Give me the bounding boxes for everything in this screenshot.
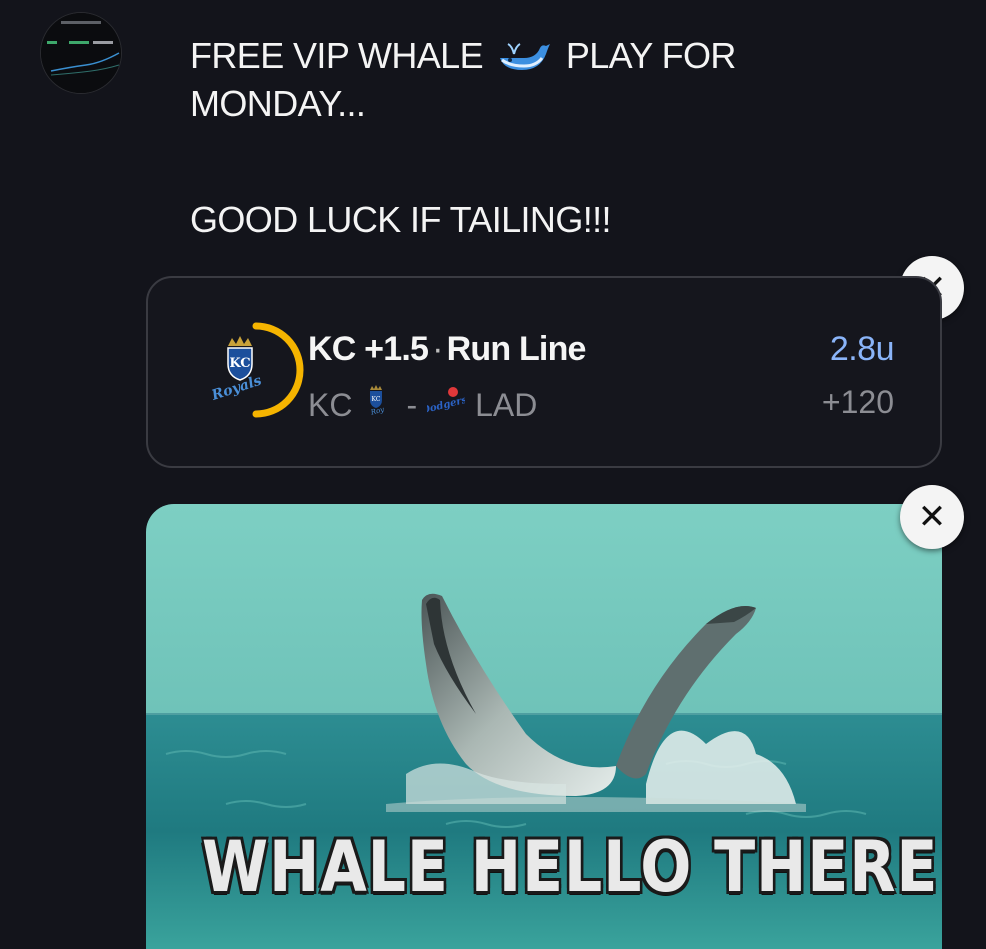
bet-odds: +120 <box>821 384 894 420</box>
bet-separator: · <box>432 330 443 368</box>
whale-icon <box>496 36 552 84</box>
svg-text:KC: KC <box>372 396 381 403</box>
dodgers-logo-icon: Dodgers <box>420 384 469 426</box>
gif-caption: WHALE HELLO THERE <box>201 826 939 908</box>
avatar-chart-icon <box>41 13 121 93</box>
svg-text:KC: KC <box>229 356 250 371</box>
svg-text:Roy: Roy <box>369 405 386 417</box>
close-icon: ✕ <box>917 498 947 536</box>
bet-team: KC <box>308 330 356 368</box>
svg-text:Dodgers: Dodgers <box>427 395 465 417</box>
remove-gif-button[interactable]: ✕ <box>900 485 964 549</box>
post-line-2: MONDAY... <box>190 83 366 124</box>
bet-title: KC +1.5 · Run Line <box>308 330 586 369</box>
royals-logo: KC Royals <box>206 320 306 420</box>
matchup-dash: - <box>406 386 418 423</box>
bet-line: +1.5 <box>364 330 429 368</box>
royals-mini-logo-icon: KC Roy <box>362 384 396 426</box>
whale-gif[interactable]: WHALE HELLO THERE <box>146 504 942 949</box>
bet-matchup: KC KC Roy - Dodgers LAD <box>308 384 537 426</box>
bet-units: 2.8u <box>829 330 895 368</box>
post-line-3: GOOD LUCK IF TAILING!!! <box>190 199 612 240</box>
post-text-part: PLAY FOR <box>565 35 737 76</box>
post-line-1: FREE VIP WHALE PLAY FOR <box>190 36 890 84</box>
away-team: LAD <box>475 386 538 423</box>
post-text: FREE VIP WHALE PLAY FOR MONDAY... GOOD L… <box>190 36 890 240</box>
home-team: KC <box>308 386 353 423</box>
bet-card[interactable]: KC Royals KC +1.5 · Run Line KC KC Roy - D… <box>146 276 942 468</box>
bet-market: Run Line <box>446 330 587 368</box>
avatar[interactable] <box>40 12 122 94</box>
post-text-part: FREE VIP WHALE <box>190 35 484 76</box>
